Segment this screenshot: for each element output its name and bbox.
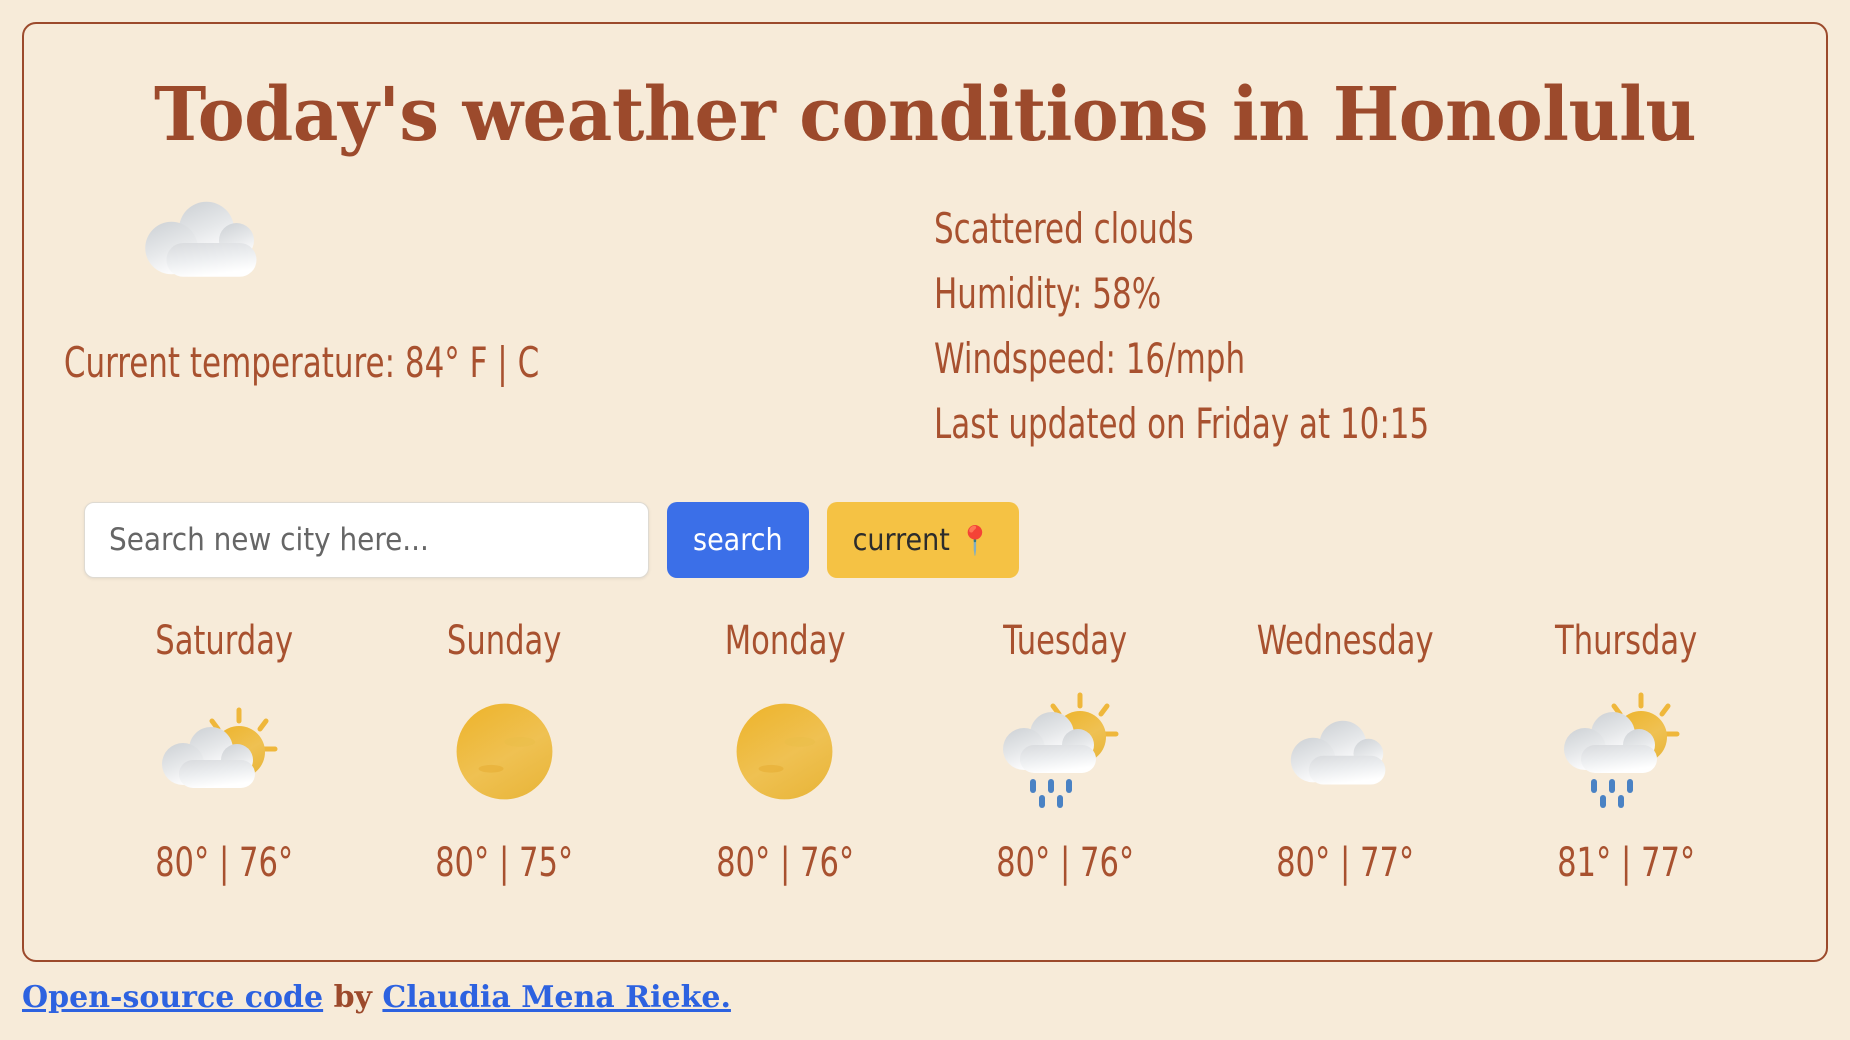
sun-behind-cloud-icon — [159, 704, 289, 799]
current-location-button[interactable]: current 📍 — [826, 502, 1019, 578]
unit-separator: | — [487, 338, 518, 387]
round-pushpin-icon: 📍 — [957, 523, 993, 557]
windspeed-value: Windspeed: 16/mph — [934, 334, 1246, 383]
forecast-day-name: Sunday — [447, 618, 562, 664]
degree-symbol: ° — [444, 338, 460, 387]
forecast-day-temps: 80° | 76° — [715, 840, 854, 886]
current-location-button-label: current — [852, 522, 950, 558]
forecast-day-temps: 80° | 76° — [996, 840, 1135, 886]
search-button[interactable]: search — [667, 502, 809, 578]
forecast-icon-wrap — [925, 676, 1205, 826]
author-link[interactable]: Claudia Mena Rieke. — [382, 980, 731, 1015]
current-temperature-label: Current temperature: — [63, 338, 405, 387]
search-input[interactable] — [84, 502, 649, 578]
search-button-label: search — [693, 522, 783, 558]
forecast-day-1: Sunday 80° | 75° — [364, 618, 644, 886]
forecast-day-name: Wednesday — [1257, 618, 1434, 664]
forecast-day-4: Wednesday 80° | 77° — [1205, 618, 1485, 886]
weather-app-container: Today's weather conditions in Honolulu C… — [22, 22, 1828, 962]
weather-description: Scattered clouds — [934, 204, 1194, 253]
forecast-day-name: Saturday — [155, 618, 294, 664]
forecast-row: Saturday 80° | 76° Sunday 80° | 75° Mond… — [24, 618, 1826, 886]
forecast-icon-wrap — [1205, 676, 1485, 826]
cloud-icon — [145, 201, 257, 277]
forecast-icon-wrap — [364, 676, 644, 826]
current-weather-icon-wrap — [54, 188, 934, 298]
unit-celsius-link[interactable]: C — [518, 338, 540, 387]
forecast-day-5: Thursday 81° | 77° — [1486, 618, 1766, 886]
footer: Open-source code by Claudia Mena Rieke. — [22, 980, 731, 1015]
humidity-value: Humidity: 58% — [934, 269, 1162, 318]
forecast-icon-wrap — [645, 676, 925, 826]
unit-fahrenheit-link[interactable]: F — [470, 338, 488, 387]
forecast-day-temps: 80° | 77° — [1276, 840, 1415, 886]
last-updated-value: Last updated on Friday at 10:15 — [934, 399, 1430, 448]
sun-behind-rain-cloud-icon — [1000, 691, 1130, 811]
forecast-day-name: Tuesday — [1003, 618, 1128, 664]
current-temperature: Current temperature: 84° F | C — [54, 338, 776, 387]
forecast-day-temps: 80° | 75° — [435, 840, 574, 886]
forecast-day-name: Thursday — [1554, 618, 1697, 664]
open-source-code-link[interactable]: Open-source code — [22, 980, 323, 1015]
sun-icon — [736, 703, 833, 799]
forecast-icon-wrap — [1486, 676, 1766, 826]
forecast-day-2: Monday 80° | 76° — [645, 618, 925, 886]
sun-behind-rain-cloud-icon — [1561, 691, 1691, 811]
forecast-day-3: Tuesday 80° | 76° — [925, 618, 1205, 886]
current-conditions-row: Current temperature: 84° F | C Scattered… — [24, 188, 1826, 464]
forecast-icon-wrap — [84, 676, 364, 826]
sun-icon — [456, 703, 553, 799]
search-row: search current 📍 — [24, 502, 1826, 578]
forecast-day-temps: 81° | 77° — [1556, 840, 1695, 886]
footer-middle-text: by — [323, 980, 383, 1015]
page-title: Today's weather conditions in Honolulu — [154, 72, 1696, 158]
forecast-day-temps: 80° | 76° — [155, 840, 294, 886]
cloud-icon — [1291, 720, 1386, 784]
current-temperature-value: 84 — [404, 338, 445, 387]
forecast-day-0: Saturday 80° | 76° — [84, 618, 364, 886]
forecast-day-name: Monday — [724, 618, 846, 664]
current-conditions-left: Current temperature: 84° F | C — [54, 188, 934, 464]
current-conditions-details: Scattered clouds Humidity: 58% Windspeed… — [934, 188, 1786, 464]
